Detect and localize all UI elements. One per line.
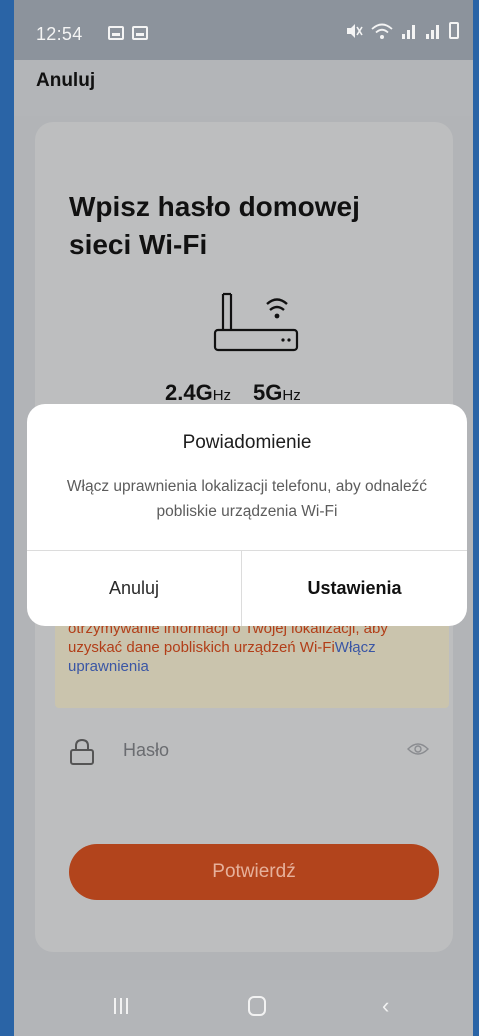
back-icon[interactable]: ‹ <box>382 994 389 1018</box>
status-left-icons <box>108 26 148 40</box>
home-icon[interactable] <box>248 996 266 1016</box>
status-right-icons <box>345 22 459 39</box>
status-bar: 12:54 <box>14 0 473 60</box>
signal-icon <box>426 25 439 39</box>
page-title: Wpisz hasło domowej sieci Wi-Fi <box>69 191 360 260</box>
freq-5ghz: 5GHz <box>253 380 301 405</box>
wifi-icon <box>371 23 393 39</box>
mute-icon <box>347 24 363 38</box>
message-icon <box>132 26 148 40</box>
dialog-cancel-button[interactable]: Anuluj <box>27 551 241 626</box>
status-time: 12:54 <box>36 24 83 44</box>
password-field[interactable]: Hasło <box>55 732 449 772</box>
background-frame-right <box>473 0 479 1036</box>
password-input[interactable]: Hasło <box>123 740 169 761</box>
dialog-title: Powiadomienie <box>182 432 312 453</box>
recent-apps-icon[interactable] <box>114 998 128 1014</box>
eye-icon[interactable] <box>407 742 429 756</box>
confirm-button[interactable]: Potwierdź <box>69 844 439 900</box>
background-frame-left <box>0 0 14 1036</box>
dialog-message: Włącz uprawnienia lokalizacji telefonu, … <box>66 478 428 520</box>
battery-charging-icon <box>449 22 459 39</box>
image-icon <box>108 26 124 40</box>
signal-icon <box>402 25 415 39</box>
cancel-link[interactable]: Anuluj <box>36 70 95 92</box>
system-nav-bar: ‹ <box>14 980 473 1036</box>
notification-dialog: Powiadomienie Włącz uprawnienia lokaliza… <box>27 404 467 626</box>
lock-icon <box>70 738 94 765</box>
freq-24ghz: 2.4GHz <box>165 380 232 405</box>
frequency-labels: 2.4GHz 5GHz <box>165 380 301 406</box>
router-wifi-icon <box>213 292 299 352</box>
dialog-settings-button[interactable]: Ustawienia <box>242 551 467 626</box>
